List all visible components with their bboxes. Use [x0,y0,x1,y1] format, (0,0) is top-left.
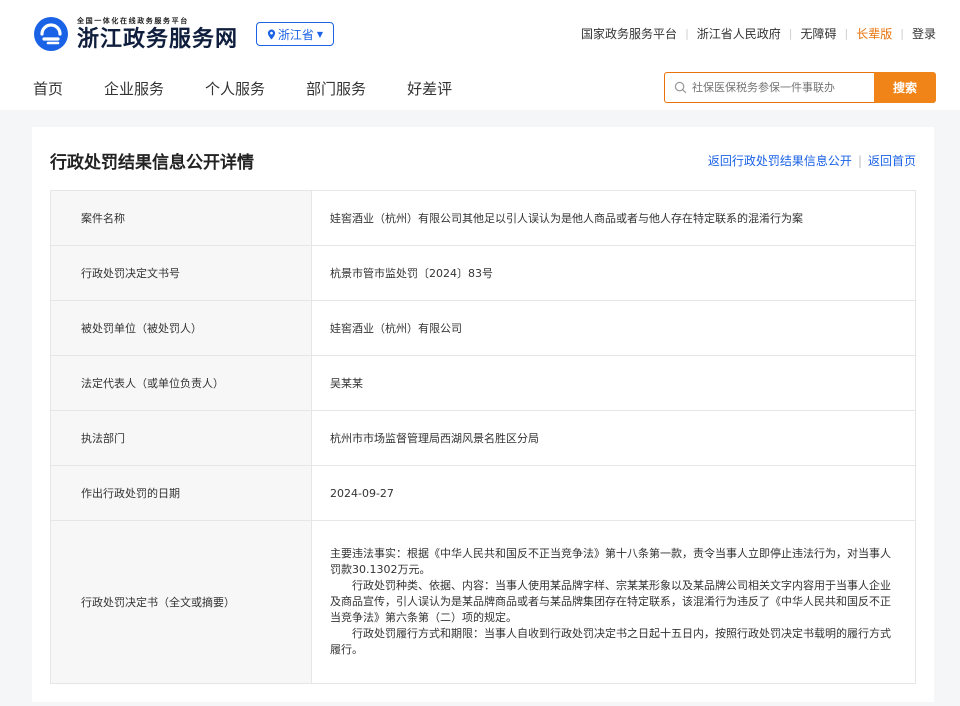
search-button[interactable]: 搜索 [874,72,936,103]
table-row: 作出行政处罚的日期 2024-09-27 [50,465,916,521]
card-links: 返回行政处罚结果信息公开 | 返回首页 [708,152,916,169]
table-row: 案件名称 娃窖酒业（杭州）有限公司其他足以引人误认为是他人商品或者与他人存在特定… [50,190,916,246]
table-row: 法定代表人（或单位负责人） 吴某某 [50,355,916,411]
link-accessibility[interactable]: 无障碍 [801,25,837,42]
main-nav: 首页 企业服务 个人服务 部门服务 好差评 [33,78,493,99]
search-bar: 搜索 [664,72,936,103]
table-row: 行政处罚决定书（全文或摘要） 主要违法事实：根据《中华人民共和国反不正当竞争法》… [50,520,916,684]
row-label: 执法部门 [50,410,312,466]
region-selector[interactable]: 浙江省 ▼ [256,22,334,46]
search-input[interactable] [692,81,867,94]
table-row: 行政处罚决定文书号 杭景市管市监处罚〔2024〕83号 [50,245,916,301]
page-title: 行政处罚结果信息公开详情 [50,153,254,173]
search-box[interactable] [664,72,874,103]
nav-item-department[interactable]: 部门服务 [306,78,366,99]
region-label: 浙江省 [277,27,314,42]
row-value: 吴某某 [311,355,916,411]
divider: | [788,27,793,40]
nav-item-home[interactable]: 首页 [33,78,63,99]
table-row: 被处罚单位（被处罚人） 娃窖酒业（杭州）有限公司 [50,300,916,356]
caret-down-icon: ▼ [316,29,324,39]
row-label: 行政处罚决定书（全文或摘要） [50,520,312,684]
detail-card: 行政处罚结果信息公开详情 返回行政处罚结果信息公开 | 返回首页 案件名称 娃窖… [32,127,934,702]
nav-item-personal[interactable]: 个人服务 [205,78,265,99]
link-login[interactable]: 登录 [912,25,936,42]
decision-paragraph: 主要违法事实：根据《中华人民共和国反不正当竞争法》第十八条第一款，责令当事人立即… [330,547,891,576]
logo-icon [34,17,68,51]
logo-title: 浙江政务服务网 [77,26,239,52]
row-label: 案件名称 [50,190,312,246]
divider: | [685,27,689,40]
logo-subtitle: 全国一体化在线政务服务平台 [77,17,189,25]
nav-item-enterprise[interactable]: 企业服务 [104,78,164,99]
location-pin-icon [267,29,276,39]
top-links: 国家政务服务平台 | 浙江省人民政府 | 无障碍 | 长辈版 | 登录 [581,25,936,42]
divider: | [857,153,862,168]
site-header: 全国一体化在线政务服务平台 浙江政务服务网 浙江省 ▼ 国家政务服务平台 | 浙… [0,0,960,110]
table-row: 执法部门 杭州市市场监督管理局西湖风景名胜区分局 [50,410,916,466]
link-elder-mode[interactable]: 长辈版 [856,25,892,42]
row-label: 作出行政处罚的日期 [50,465,312,521]
link-national-platform[interactable]: 国家政务服务平台 [581,25,677,42]
search-icon [674,81,687,94]
row-value: 杭景市管市监处罚〔2024〕83号 [311,245,916,301]
row-value: 2024-09-27 [311,465,916,521]
link-back-home[interactable]: 返回首页 [868,152,916,169]
decision-paragraph: 行政处罚种类、依据、内容：当事人使用某品牌字样、宗某某形象以及某品牌公司相关文字… [330,579,891,624]
row-value: 娃窖酒业（杭州）有限公司其他足以引人误认为是他人商品或者与他人存在特定联系的混淆… [311,190,916,246]
row-label: 行政处罚决定文书号 [50,245,312,301]
decision-text: 主要违法事实：根据《中华人民共和国反不正当竞争法》第十八条第一款，责令当事人立即… [311,520,916,684]
row-label: 被处罚单位（被处罚人） [50,300,312,356]
nav-item-review[interactable]: 好差评 [407,78,452,99]
site-logo[interactable]: 全国一体化在线政务服务平台 浙江政务服务网 [33,13,238,55]
link-provincial-government[interactable]: 浙江省人民政府 [697,25,781,42]
divider: | [844,27,849,40]
decision-paragraph: 行政处罚履行方式和期限：当事人自收到行政处罚决定书之日起十五日内，按照行政处罚决… [330,627,891,656]
row-label: 法定代表人（或单位负责人） [50,355,312,411]
detail-table: 案件名称 娃窖酒业（杭州）有限公司其他足以引人误认为是他人商品或者与他人存在特定… [50,190,916,684]
row-value: 娃窖酒业（杭州）有限公司 [311,300,916,356]
row-value: 杭州市市场监督管理局西湖风景名胜区分局 [311,410,916,466]
divider: | [900,27,904,40]
link-back-to-list[interactable]: 返回行政处罚结果信息公开 [708,152,852,169]
